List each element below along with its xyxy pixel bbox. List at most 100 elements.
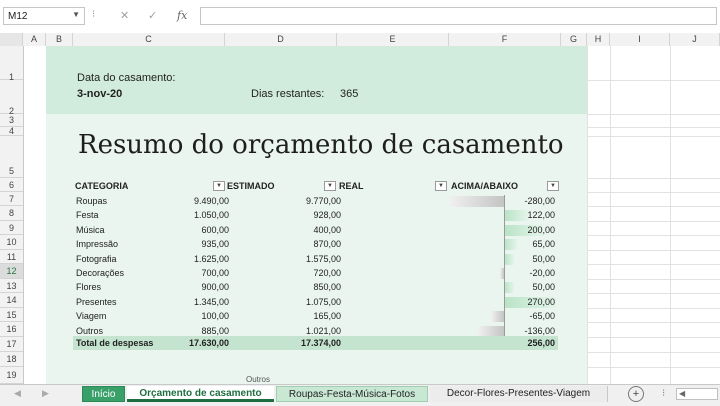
header-real: REAL — [339, 181, 364, 191]
category-cell: Viagem — [76, 311, 107, 321]
filter-dropdown-icon[interactable]: ▼ — [547, 181, 559, 191]
sheet-tab-bar: ◀ ▶ Início Orçamento de casamento Roupas… — [0, 384, 720, 406]
confirm-icon[interactable]: ✓ — [148, 9, 157, 22]
column-headers: A B C D E F G H I J — [0, 33, 720, 47]
cancel-icon[interactable]: ✕ — [120, 9, 129, 22]
real-cell: 1.575,00 — [305, 254, 341, 264]
table-row[interactable]: Festa 1.050,00 928,00 122,00 — [73, 209, 558, 222]
data-bar — [504, 239, 517, 250]
data-bar — [504, 210, 528, 221]
totals-estimated: 17.630,00 — [188, 338, 229, 348]
header-diff: ACIMA/ABAIXO — [451, 181, 518, 191]
real-cell: 9.770,00 — [305, 196, 341, 206]
row-header[interactable]: 17 — [0, 337, 23, 352]
row-header[interactable]: 19 — [0, 367, 23, 384]
column-header-d[interactable]: D — [225, 33, 337, 46]
tab-inicio[interactable]: Início — [82, 386, 125, 402]
table-row[interactable]: Impressão 935,00 870,00 65,00 — [73, 238, 558, 251]
more-tabs-icon[interactable]: ⁝ — [662, 388, 665, 399]
row-header[interactable]: 14 — [0, 293, 23, 308]
table-row[interactable]: Fotografia 1.625,00 1.575,00 50,00 — [73, 253, 558, 266]
row-header[interactable]: 15 — [0, 308, 23, 322]
scroll-left-icon[interactable]: ◀ — [14, 388, 21, 399]
column-header-e[interactable]: E — [337, 33, 449, 46]
header-band: Data do casamento: 3-nov-20 Dias restant… — [46, 46, 587, 114]
table-row[interactable]: Música 600,00 400,00 200,00 — [73, 224, 558, 237]
wedding-date-label: Data do casamento: — [77, 72, 176, 84]
table-row[interactable]: Flores 900,00 850,00 50,00 — [73, 281, 558, 294]
diff-cell: 270,00 — [527, 297, 555, 307]
column-header-f[interactable]: F — [449, 33, 561, 46]
filter-dropdown-icon[interactable]: ▼ — [324, 181, 336, 191]
estimated-cell: 1.050,00 — [193, 210, 229, 220]
row-header[interactable]: 8 — [0, 206, 23, 221]
totals-row[interactable]: Total de despesas 17.630,00 17.374,00 25… — [73, 336, 558, 350]
column-header-c[interactable]: C — [73, 33, 225, 46]
row-header[interactable]: 2 — [0, 80, 23, 116]
column-header-i[interactable]: I — [610, 33, 670, 46]
formula-input[interactable] — [200, 7, 717, 25]
filter-dropdown-icon[interactable]: ▼ — [435, 181, 447, 191]
chevron-down-icon[interactable]: ▼ — [72, 10, 80, 19]
table-row[interactable]: Decorações 700,00 720,00 -20,00 — [73, 267, 558, 280]
formula-bar: M12 ▼ ⁝ ✕ ✓ fx — [0, 0, 720, 34]
row-header[interactable]: 11 — [0, 250, 23, 264]
diff-cell: 65,00 — [532, 239, 555, 249]
real-cell: 928,00 — [313, 210, 341, 220]
horizontal-scrollbar[interactable]: ◀ — [676, 388, 718, 400]
row-header[interactable]: 7 — [0, 192, 23, 206]
scroll-left-icon[interactable]: ◀ — [679, 389, 685, 398]
real-cell: 1.075,00 — [305, 297, 341, 307]
category-cell: Roupas — [76, 196, 108, 206]
data-bar — [491, 311, 504, 322]
row-header[interactable]: 9 — [0, 221, 23, 235]
diff-cell: -65,00 — [529, 311, 555, 321]
real-cell: 870,00 — [313, 239, 341, 249]
estimated-cell: 1.625,00 — [193, 254, 229, 264]
data-bar — [450, 196, 504, 207]
name-box[interactable]: M12 ▼ — [3, 7, 85, 25]
row-header[interactable]: 1 — [0, 46, 23, 82]
row-header[interactable]: 6 — [0, 178, 23, 192]
column-header-a[interactable]: A — [23, 33, 46, 46]
more-options-icon[interactable]: ⁝ — [92, 9, 95, 20]
diff-cell: -20,00 — [529, 268, 555, 278]
row-header[interactable]: 13 — [0, 279, 23, 293]
wedding-date-value[interactable]: 3-nov-20 — [77, 88, 122, 100]
data-bar — [504, 254, 514, 265]
tab-orcamento-de-casamento[interactable]: Orçamento de casamento — [127, 386, 274, 402]
row-header[interactable]: 5 — [0, 136, 23, 178]
page-title: Resumo do orçamento de casamento — [78, 130, 564, 160]
column-header-b[interactable]: B — [46, 33, 73, 46]
column-header-h[interactable]: H — [587, 33, 610, 46]
row-header[interactable]: 18 — [0, 352, 23, 367]
row-header[interactable]: 4 — [0, 127, 23, 136]
data-bar-axis — [504, 195, 505, 338]
table-row[interactable]: Roupas 9.490,00 9.770,00 -280,00 — [73, 195, 558, 208]
tab-roupas-festa-musica-fotos[interactable]: Roupas-Festa-Música-Fotos — [276, 386, 428, 402]
filter-dropdown-icon[interactable]: ▼ — [213, 181, 225, 191]
totals-diff: 256,00 — [527, 338, 555, 348]
diff-cell: 50,00 — [532, 282, 555, 292]
row-header-selected[interactable]: 12 — [0, 264, 23, 279]
column-header-j[interactable]: J — [670, 33, 720, 46]
real-cell: 850,00 — [313, 282, 341, 292]
insert-function-button[interactable]: fx — [177, 9, 187, 22]
row-header[interactable]: 16 — [0, 322, 23, 337]
category-cell: Presentes — [76, 297, 117, 307]
table-row[interactable]: Presentes 1.345,00 1.075,00 270,00 — [73, 296, 558, 309]
days-left-value: 365 — [340, 88, 359, 100]
estimated-cell: 9.490,00 — [193, 196, 229, 206]
real-cell: 1.021,00 — [305, 326, 341, 336]
row-header[interactable]: 10 — [0, 235, 23, 250]
tab-decor-flores-presentes-viagem[interactable]: Decor-Flores-Presentes-Viagem — [430, 386, 608, 402]
column-header-g[interactable]: G — [561, 33, 587, 46]
scroll-right-icon[interactable]: ▶ — [42, 388, 49, 399]
add-sheet-button[interactable]: + — [628, 386, 644, 402]
select-all-corner[interactable] — [0, 33, 23, 46]
diff-cell: 200,00 — [527, 225, 555, 235]
diff-cell: -280,00 — [524, 196, 555, 206]
category-cell: Fotografia — [76, 254, 117, 264]
table-row[interactable]: Viagem 100,00 165,00 -65,00 — [73, 310, 558, 323]
real-cell: 720,00 — [313, 268, 341, 278]
